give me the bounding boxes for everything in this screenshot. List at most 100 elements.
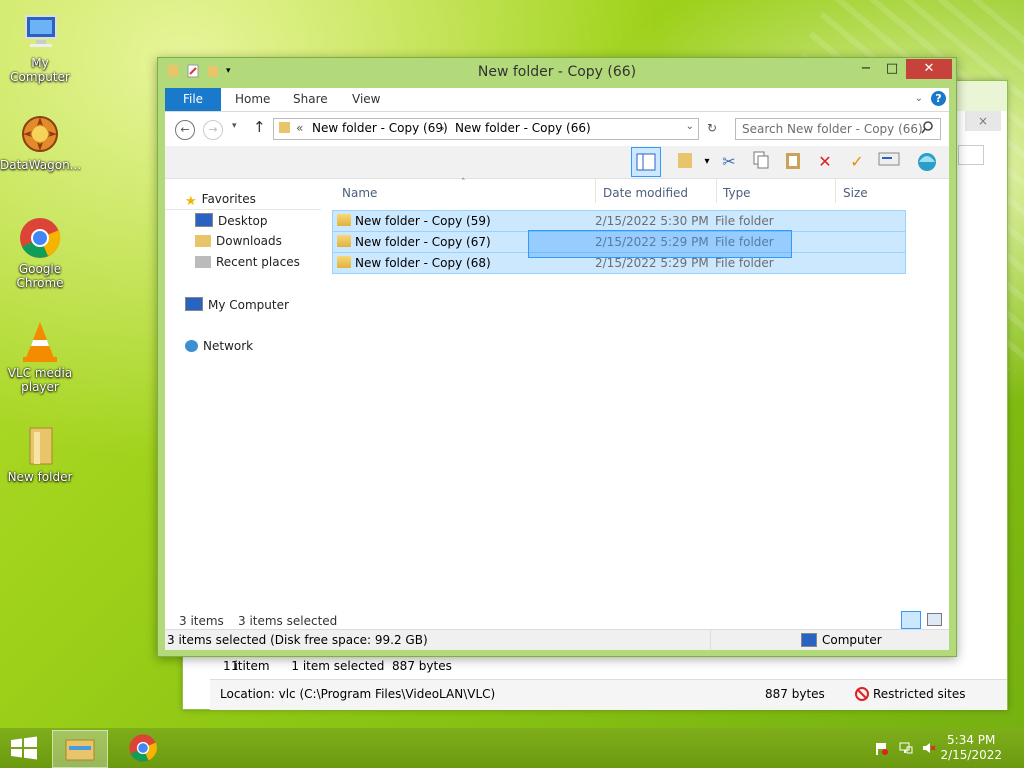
refresh-icon[interactable]: ↻ <box>702 118 722 138</box>
rename-check-icon[interactable]: ✓ <box>845 150 869 174</box>
search-icon <box>921 121 934 137</box>
folder-icon <box>18 424 62 468</box>
maximize-button[interactable]: □ <box>878 59 906 79</box>
navigation-pane: ★ Favorites Desktop Downloads Recent plac… <box>165 179 325 609</box>
delete-icon[interactable]: ✕ <box>813 150 837 174</box>
nav-favorites[interactable]: ★ Favorites <box>185 192 256 209</box>
command-toolbar: ▾ ✂ ✕ ✓ <box>165 146 949 179</box>
tab-share[interactable]: Share <box>293 88 328 111</box>
desktop-icon-label: My Computer <box>10 56 70 84</box>
folder-icon <box>337 256 351 268</box>
recent-locations-chevron-icon[interactable]: ▾ <box>232 121 237 131</box>
chrome-icon <box>18 216 62 260</box>
large-icons-view-icon[interactable] <box>927 613 942 626</box>
expand-ribbon-icon[interactable]: ⌄ <box>915 93 923 104</box>
volume-muted-icon[interactable] <box>922 741 936 755</box>
nav-desktop[interactable]: Desktop <box>195 213 268 228</box>
paste-icon[interactable] <box>781 150 805 174</box>
back-button[interactable]: ← <box>175 120 195 140</box>
desktop-icon-vlc[interactable]: VLC media player <box>0 320 80 394</box>
tab-view[interactable]: View <box>352 88 380 111</box>
clock-date: 2/15/2022 <box>940 748 1002 762</box>
computer-icon <box>185 297 203 311</box>
shell-icon[interactable] <box>915 150 939 174</box>
explorer-window[interactable]: ▾ New folder - Copy (66) − □ ✕ File Home… <box>157 57 957 657</box>
action-center-flag-icon[interactable] <box>874 741 888 755</box>
column-header-date-modified[interactable]: Date modified <box>603 186 688 200</box>
column-header-type[interactable]: Type <box>723 186 751 200</box>
clock[interactable]: 5:34 PM 2/15/2022 <box>940 733 1002 763</box>
desktop-icon-datawagon[interactable]: DataWagon... <box>0 112 81 172</box>
search-input[interactable]: Search New folder - Copy (66) <box>735 118 941 140</box>
restricted-icon <box>855 687 869 704</box>
column-header-name[interactable]: Name <box>342 186 377 200</box>
status-bar: 3 items selected (Disk free space: 99.2 … <box>165 629 949 650</box>
breadcrumb-item[interactable]: New folder - Copy (66) <box>455 121 591 135</box>
close-button[interactable]: ✕ <box>906 59 952 79</box>
new-folder-icon[interactable] <box>673 150 697 174</box>
item-status-bar: 3 items 3 items selected <box>165 609 949 631</box>
details-view-icon[interactable] <box>901 611 921 629</box>
window-title: New folder - Copy (66) <box>477 64 637 80</box>
taskbar-chrome[interactable] <box>116 730 170 766</box>
nav-recent-places[interactable]: Recent places <box>195 255 300 269</box>
up-button[interactable]: ↑ <box>253 118 266 136</box>
ribbon-tabs: File Home Share View ⌄ ? <box>165 88 949 112</box>
address-dropdown-icon[interactable]: ⌄ <box>686 121 694 132</box>
chevron-down-icon[interactable]: ▾ <box>695 150 719 174</box>
status-location: Computer <box>822 633 882 647</box>
downloads-icon <box>195 235 211 247</box>
breadcrumb-separator[interactable]: › <box>440 121 445 135</box>
folder-icon <box>337 214 351 226</box>
desktop-icon-chrome[interactable]: Google Chrome <box>0 216 80 290</box>
desktop-icon-label: New folder <box>7 470 73 484</box>
address-bar[interactable]: « New folder - Copy (69) › New folder - … <box>273 118 699 140</box>
start-button[interactable] <box>10 736 38 760</box>
column-divider <box>595 179 596 203</box>
forward-button[interactable]: → <box>203 120 223 140</box>
tab-file[interactable]: File <box>165 88 221 111</box>
background-window-search-icon[interactable] <box>958 145 984 165</box>
desktop-icon-label: Google Chrome <box>16 262 64 290</box>
item-count: 3 items <box>179 614 224 628</box>
help-icon[interactable]: ? <box>931 91 946 106</box>
breadcrumb-item[interactable]: New folder - Copy (69) <box>312 121 448 135</box>
cut-icon[interactable]: ✂ <box>717 150 741 174</box>
sort-ascending-icon: ˄ <box>461 178 466 188</box>
desktop-icon-new-folder[interactable]: New folder <box>0 424 80 484</box>
nav-my-computer[interactable]: My Computer <box>185 297 289 312</box>
recent-places-icon <box>195 256 211 268</box>
network-icon[interactable] <box>899 741 913 755</box>
navigation-bar: ← → ▾ ↑ « New folder - Copy (69) › New f… <box>165 112 949 146</box>
selected-count: 3 items selected <box>238 614 338 628</box>
computer-icon <box>18 10 62 54</box>
computer-icon <box>801 633 817 647</box>
nav-downloads[interactable]: Downloads <box>195 234 282 248</box>
column-divider <box>716 179 717 203</box>
background-window-status: 1 item 1 item selected 887 bytes <box>231 659 452 673</box>
divider <box>165 209 321 210</box>
datawagon-icon <box>18 112 62 156</box>
location-text: Location: vlc (C:\Program Files\VideoLAN… <box>220 687 496 701</box>
window-titlebar[interactable]: ▾ New folder - Copy (66) − □ ✕ <box>158 58 956 88</box>
minimize-button[interactable]: − <box>852 59 880 79</box>
network-icon <box>185 340 198 352</box>
preview-pane-icon[interactable] <box>631 147 661 177</box>
tab-home[interactable]: Home <box>235 88 270 111</box>
vlc-icon <box>18 320 62 364</box>
address-overflow[interactable]: « <box>296 121 303 135</box>
taskbar-file-explorer[interactable] <box>52 730 108 768</box>
desktop-icon-label: VLC media player <box>7 366 73 394</box>
background-window-close-button[interactable]: × <box>965 111 1001 131</box>
desktop-icon-my-computer[interactable]: My Computer <box>0 10 80 84</box>
taskbar: 5:34 PM 2/15/2022 <box>0 728 1024 768</box>
size-text: 887 bytes <box>765 687 825 701</box>
column-divider <box>835 179 836 203</box>
copy-icon[interactable] <box>749 150 773 174</box>
nav-network[interactable]: Network <box>185 339 253 353</box>
column-header-size[interactable]: Size <box>843 186 868 200</box>
selection-marquee <box>528 230 792 258</box>
table-row[interactable]: New folder - Copy (59) 2/15/2022 5:30 PM… <box>332 210 906 232</box>
properties-icon[interactable] <box>877 150 901 174</box>
clock-time: 5:34 PM <box>947 733 996 747</box>
